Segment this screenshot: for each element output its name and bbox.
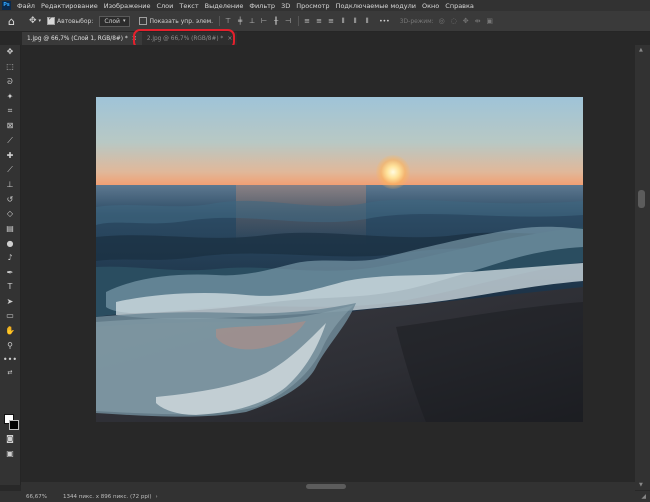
more-tools-icon[interactable]: •••	[3, 354, 17, 365]
lasso-tool-icon[interactable]: ᘐ	[4, 76, 16, 87]
type-tool-icon[interactable]: T	[4, 281, 16, 292]
slide-3d-icon[interactable]: ⇹	[474, 17, 482, 25]
eraser-tool-icon[interactable]: ◇	[4, 208, 16, 219]
scale-3d-icon[interactable]: ▣	[486, 17, 494, 25]
menu-file[interactable]: Файл	[14, 2, 38, 10]
info-menu-arrow-icon[interactable]: ›	[156, 494, 158, 500]
align-hcenter-icon[interactable]: ╫	[272, 17, 280, 25]
menu-window[interactable]: Окно	[419, 2, 442, 10]
distribute-bottom-icon[interactable]: ≡	[327, 17, 335, 25]
brush-tool-icon[interactable]: ⟋	[4, 164, 16, 175]
distribute-vcenter-icon[interactable]: ≡	[315, 17, 323, 25]
orbit-3d-icon[interactable]: ◎	[438, 17, 446, 25]
hand-tool-icon[interactable]: ✋	[4, 325, 16, 336]
rectangle-tool-icon[interactable]: ▭	[4, 310, 16, 321]
healing-brush-tool-icon[interactable]: ✚	[4, 150, 16, 161]
autoselect-checkbox[interactable]	[47, 15, 56, 25]
menu-filter[interactable]: Фильтр	[246, 2, 278, 10]
photoshop-logo: Ps	[2, 1, 11, 10]
gradient-tool-icon[interactable]: ▤	[4, 223, 16, 234]
move-tool-icon[interactable]: ✥	[4, 46, 16, 57]
pan-3d-icon[interactable]: ✥	[462, 17, 470, 25]
menu-bar: Ps Файл Редактирование Изображение Слои …	[0, 0, 650, 11]
history-brush-tool-icon[interactable]: ↺	[4, 194, 16, 205]
menu-plugins[interactable]: Подключаемые модули	[333, 2, 419, 10]
horizontal-scroll-thumb[interactable]	[306, 484, 346, 489]
magic-wand-tool-icon[interactable]: ✦	[4, 91, 16, 102]
tab-document-1[interactable]: 1.jpg @ 66,7% (Слой 1, RGB/8#) * ×	[22, 32, 142, 45]
crop-tool-icon[interactable]: ⌗	[4, 105, 16, 116]
tools-panel: ✥ ⬚ ᘐ ✦ ⌗ ⊠ ⟋ ✚ ⟋ ⊥ ↺ ◇ ▤ ● ♪ ✒ T ➤ ▭ ✋ …	[0, 45, 21, 485]
frame-tool-icon[interactable]: ⊠	[4, 120, 16, 131]
autoselect-dropdown[interactable]: Слой ▾	[99, 15, 131, 27]
background-color-swatch[interactable]	[9, 420, 19, 430]
align-right-icon[interactable]: ⊣	[284, 17, 292, 25]
pen-tool-icon[interactable]: ✒	[4, 267, 16, 278]
menu-layers[interactable]: Слои	[153, 2, 176, 10]
align-left-icon[interactable]: ⊢	[260, 17, 268, 25]
autoselect-label: Автовыбор:	[57, 17, 94, 25]
align-top-icon[interactable]: ⊤	[224, 17, 232, 25]
menu-edit[interactable]: Редактирование	[38, 2, 101, 10]
more-options-button[interactable]: •••	[379, 18, 390, 25]
menu-help[interactable]: Справка	[442, 2, 477, 10]
sun	[376, 155, 410, 189]
quick-mask-icon[interactable]: ◙	[4, 433, 16, 444]
path-selection-tool-icon[interactable]: ➤	[4, 296, 16, 307]
vertical-scroll-thumb[interactable]	[638, 190, 645, 208]
home-icon[interactable]: ⌂	[8, 15, 15, 28]
move-tool-icon[interactable]: ✥	[29, 16, 37, 26]
blur-tool-icon[interactable]: ●	[4, 238, 16, 249]
autoselect-value: Слой	[104, 17, 120, 25]
mode-3d-label: 3D-режим:	[399, 17, 434, 25]
autoselect-option[interactable]: Автовыбор:	[47, 15, 94, 25]
screen-mode-icon[interactable]: ▣	[4, 448, 16, 459]
menu-select[interactable]: Выделение	[202, 2, 247, 10]
distribute-right-icon[interactable]: ⦀	[363, 17, 371, 25]
divider	[219, 16, 221, 26]
menu-view[interactable]: Просмотр	[293, 2, 332, 10]
menu-3d[interactable]: 3D	[278, 2, 293, 10]
dodge-tool-icon[interactable]: ♪	[4, 252, 16, 263]
chevron-down-icon: ▾	[122, 17, 126, 24]
distribute-hcenter-icon[interactable]: ⦀	[351, 17, 359, 25]
align-vcenter-icon[interactable]: ╪	[236, 17, 244, 25]
status-bar: 66,67% 1344 пикс. x 896 пикс. (72 ppi) ›…	[0, 491, 650, 502]
show-transform-option[interactable]: Показать упр. элем.	[139, 17, 213, 25]
vertical-scrollbar[interactable]: ▲ ▼	[635, 45, 650, 490]
horizontal-scrollbar[interactable]	[21, 482, 635, 491]
eyedropper-tool-icon[interactable]: ⟋	[4, 135, 16, 146]
seascape-photo	[96, 185, 583, 422]
document-info: 1344 пикс. x 896 пикс. (72 ppi)	[62, 493, 152, 500]
tab-label: 1.jpg @ 66,7% (Слой 1, RGB/8#) *	[27, 35, 128, 42]
menu-image[interactable]: Изображение	[101, 2, 154, 10]
menu-type[interactable]: Текст	[176, 2, 201, 10]
options-bar: ⌂ ✥ ▾ Автовыбор: Слой ▾ Показать упр. эл…	[0, 11, 650, 32]
roll-3d-icon[interactable]: ◌	[450, 17, 458, 25]
divider	[298, 16, 300, 26]
tool-preset-chevron-icon[interactable]: ▾	[39, 18, 42, 24]
scroll-up-icon[interactable]: ▲	[639, 47, 643, 53]
distribute-top-icon[interactable]: ≡	[303, 17, 311, 25]
align-bottom-icon[interactable]: ⊥	[248, 17, 256, 25]
swap-colors-icon[interactable]: ⇄	[4, 367, 16, 378]
clone-stamp-tool-icon[interactable]: ⊥	[4, 179, 16, 190]
zoom-tool-icon[interactable]: ⚲	[4, 340, 16, 351]
marquee-tool-icon[interactable]: ⬚	[4, 61, 16, 72]
scroll-down-icon[interactable]: ▼	[639, 482, 643, 488]
resize-grip-icon: ◢	[641, 493, 646, 500]
distribute-left-icon[interactable]: ⦀	[339, 17, 347, 25]
document-image[interactable]	[96, 97, 583, 422]
show-transform-label: Показать упр. элем.	[149, 17, 214, 25]
zoom-level[interactable]: 66,67%	[26, 494, 47, 500]
show-transform-checkbox[interactable]	[139, 17, 148, 25]
